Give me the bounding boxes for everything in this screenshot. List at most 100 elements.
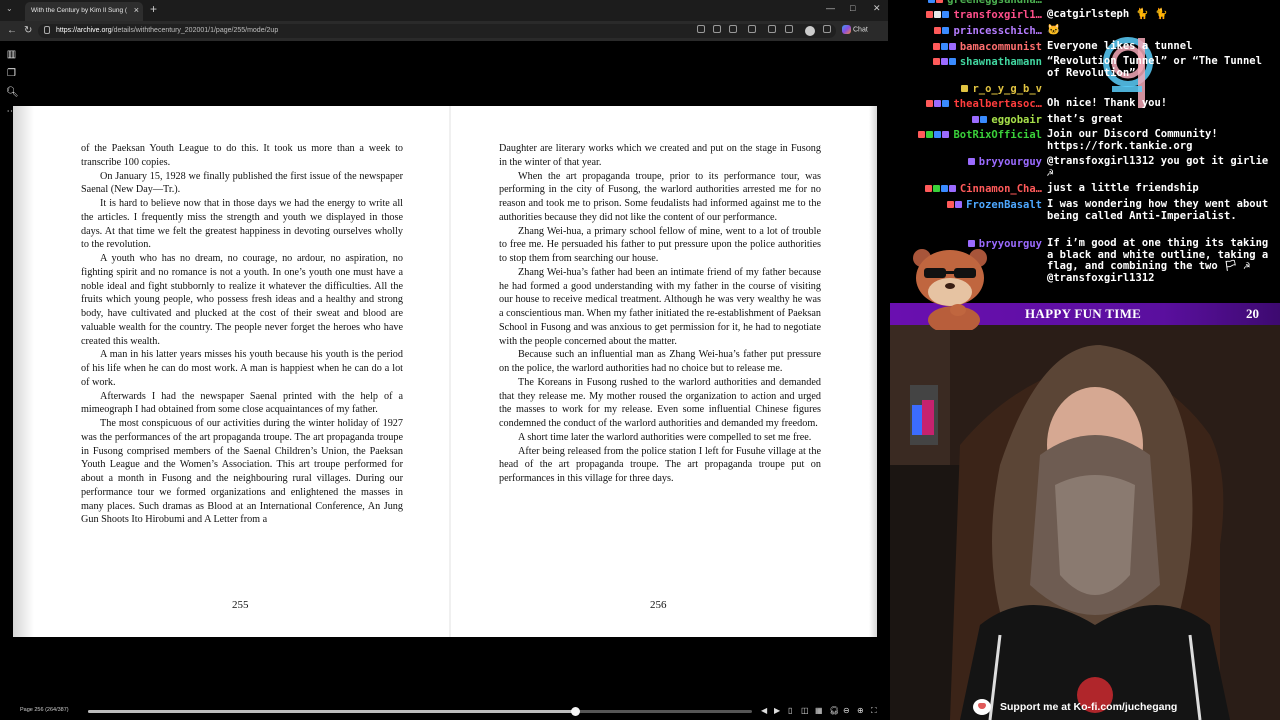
chat-message-text: Oh nice! Thank you! bbox=[1047, 97, 1168, 109]
chat-badge-icon bbox=[940, 185, 948, 192]
favorite-star-icon[interactable] bbox=[729, 25, 737, 33]
otter-mascot-icon bbox=[913, 249, 987, 330]
chat-message-text: 🐱 bbox=[1047, 24, 1061, 36]
profile-avatar[interactable] bbox=[805, 26, 815, 36]
chat-message-text: just a little friendship bbox=[1047, 182, 1199, 194]
chat-badge-icon bbox=[934, 131, 942, 138]
banner-count: 20 bbox=[1246, 306, 1259, 321]
chat-username[interactable]: r_o_y_g_b_v bbox=[972, 83, 1042, 95]
chat-badge-icon bbox=[955, 201, 963, 208]
chat-username[interactable]: greeneggsandha… bbox=[947, 0, 1042, 6]
zoom-in-icon[interactable]: ⊕ bbox=[857, 706, 864, 715]
new-tab-button[interactable]: + bbox=[150, 2, 157, 16]
chat-username[interactable]: bamacommunist bbox=[960, 41, 1042, 53]
pages-icon[interactable]: ❐ bbox=[6, 68, 17, 79]
chat-badge-icon bbox=[926, 100, 934, 107]
chat-badge-icon bbox=[967, 158, 975, 165]
search-icon[interactable]: 🔍︎ bbox=[6, 87, 19, 98]
chat-badges bbox=[967, 158, 976, 166]
chat-message: Cinnamon_Cha… just a little friendship bbox=[890, 182, 1280, 196]
paragraph: The Koreans in Fusong rushed to the warl… bbox=[499, 376, 821, 429]
back-arrow-icon[interactable]: ← bbox=[7, 25, 17, 36]
tab-archive[interactable]: With the Century by Kim Il Sung ( × bbox=[25, 2, 143, 21]
refresh-icon[interactable]: ↻ bbox=[24, 25, 32, 36]
chat-badge-icon bbox=[947, 201, 955, 208]
paragraph: When the art propaganda troupe, prior to… bbox=[499, 170, 821, 223]
kofi-text: Support me at Ko-fi.com/juchegang bbox=[1000, 701, 1178, 713]
chat-message: BotRixOfficial Join our Discord Community… bbox=[890, 128, 1280, 151]
chat-badges bbox=[926, 11, 950, 19]
page-slider[interactable] bbox=[88, 707, 752, 716]
maximize-button[interactable]: □ bbox=[850, 3, 855, 13]
screen: { "browser": { "tab_title": "With the Ce… bbox=[0, 0, 1280, 720]
paragraph: The most conspicuous of our activities d… bbox=[81, 418, 403, 526]
fullscreen-icon[interactable]: ⛶ bbox=[871, 706, 877, 716]
browser-window: ⌄ With the Century by Kim Il Sung ( × + … bbox=[0, 0, 888, 720]
page-slider-handle[interactable] bbox=[571, 707, 581, 716]
chat-badge-icon bbox=[948, 43, 956, 50]
chat-badge-icon bbox=[942, 11, 950, 18]
zoom-out-icon[interactable] bbox=[697, 25, 705, 33]
paragraph: Afterwards I had the newspaper Saenal pr… bbox=[81, 390, 403, 416]
reader-view-icon[interactable] bbox=[713, 25, 721, 33]
shield-icon[interactable] bbox=[768, 25, 776, 33]
chat-username[interactable]: princesschich… bbox=[953, 25, 1042, 37]
book-spread: of the Paeksan Youth League to do this. … bbox=[13, 106, 877, 637]
next-page-icon[interactable]: ▶ bbox=[774, 706, 780, 715]
chat-badge-icon bbox=[934, 27, 942, 34]
paragraph: Because such an influential man as Zhang… bbox=[499, 349, 821, 374]
chat-username[interactable]: shawnathamann bbox=[960, 56, 1042, 68]
left-page-number: 255 bbox=[232, 599, 249, 611]
chat-username[interactable]: eggobair bbox=[991, 114, 1042, 126]
chat-username[interactable]: FrozenBasalt bbox=[966, 199, 1042, 211]
zoom-out-icon[interactable]: ⊖ bbox=[843, 706, 850, 715]
chat-username[interactable]: transfoxgirl1… bbox=[953, 9, 1042, 21]
one-page-view-icon[interactable]: ▯ bbox=[788, 706, 792, 715]
paragraph: A short time later the warlord authoriti… bbox=[518, 431, 812, 443]
close-window-button[interactable]: ✕ bbox=[873, 3, 881, 14]
chat-message-text: Join our Discord Community! https://fork… bbox=[1047, 128, 1218, 152]
extensions-icon[interactable] bbox=[748, 25, 756, 33]
paragraph: Zhang Wei-hua’s father had been an intim… bbox=[499, 266, 821, 347]
thumbnail-view-icon[interactable]: ▦ bbox=[815, 706, 823, 715]
chat-badge-icon bbox=[932, 58, 940, 65]
chat-message: princesschich… 🐱 bbox=[890, 24, 1280, 38]
right-page-number: 256 bbox=[650, 599, 667, 611]
chat-badge-icon bbox=[980, 116, 988, 123]
two-page-view-icon[interactable]: ◫ bbox=[801, 706, 809, 715]
book-right-edge bbox=[869, 106, 877, 637]
paragraph: A man in his latter years misses his you… bbox=[81, 349, 403, 388]
chat-badges bbox=[972, 116, 988, 124]
more-menu-icon[interactable] bbox=[823, 25, 831, 33]
copilot-label: Chat bbox=[853, 26, 868, 34]
chat-username[interactable]: BotRixOfficial bbox=[953, 129, 1042, 141]
copilot-chat-button[interactable]: Chat bbox=[842, 25, 868, 34]
paragraph: A youth who has no dream, no courage, no… bbox=[81, 253, 403, 347]
library-icon[interactable]: ▥ bbox=[6, 49, 17, 60]
left-page-text: of the Paeksan Youth League to do this. … bbox=[81, 142, 403, 527]
chat-message-text: I was wondering how they went about bein… bbox=[1047, 198, 1269, 222]
paragraph: of the Paeksan Youth League to do this. … bbox=[81, 143, 403, 168]
right-page-text: Daughter are literary works which we cre… bbox=[499, 142, 821, 486]
read-aloud-icon[interactable]: 🎧︎ bbox=[829, 706, 839, 715]
kofi-support-banner[interactable]: Support me at Ko-fi.com/juchegang bbox=[970, 698, 1280, 718]
chat-message-text: “Revolution Tunnel” or “The Tunnel of Re… bbox=[1047, 55, 1262, 79]
collections-icon[interactable] bbox=[785, 25, 793, 33]
chat-username[interactable]: thealbertasoc… bbox=[953, 98, 1042, 110]
chat-badge-icon bbox=[948, 58, 956, 65]
prev-page-icon[interactable]: ◀ bbox=[761, 706, 767, 715]
paragraph: After being released from the police sta… bbox=[499, 445, 821, 485]
chat-badge-icon bbox=[942, 131, 950, 138]
browser-toolbar: ← ↻ https://archive.org/details/withthec… bbox=[0, 21, 888, 41]
chat-username[interactable]: bryyourguy bbox=[979, 156, 1042, 168]
paragraph: Zhang Wei-hua, a primary school fellow o… bbox=[499, 225, 821, 265]
minimize-button[interactable]: — bbox=[826, 3, 835, 13]
url-host: https://archive.org bbox=[56, 27, 112, 34]
chat-message-text: @transfoxgirl1312 you got it girlie ☭ bbox=[1047, 155, 1269, 179]
chat-username[interactable]: Cinnamon_Cha… bbox=[960, 183, 1042, 195]
tab-close-icon[interactable]: × bbox=[134, 5, 139, 15]
url-path: /details/withthecentury_202001/1/page/25… bbox=[111, 27, 279, 34]
book-left-edge bbox=[13, 106, 34, 637]
tab-list-chevron-icon[interactable]: ⌄ bbox=[6, 4, 13, 13]
page-indicator: Page 256 (264/387) bbox=[20, 707, 69, 713]
